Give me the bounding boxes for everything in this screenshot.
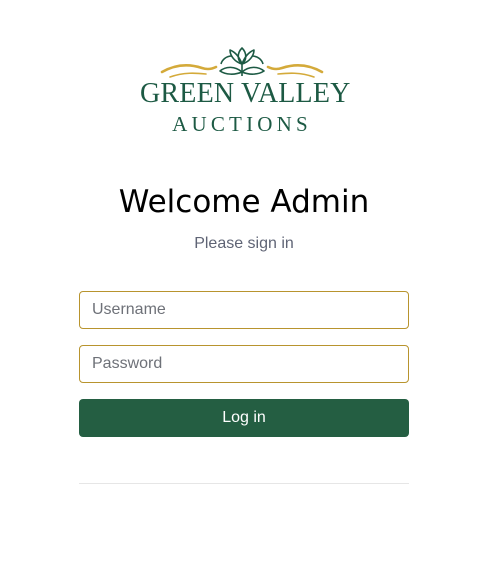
login-button[interactable]: Log in xyxy=(79,399,409,437)
brand-tagline: AUCTIONS xyxy=(172,112,312,136)
username-input[interactable] xyxy=(79,291,409,329)
divider xyxy=(79,483,409,484)
green-valley-auctions-logo: GREEN VALLEY AUCTIONS xyxy=(140,42,351,138)
brand-name: GREEN VALLEY xyxy=(140,78,351,109)
password-input[interactable] xyxy=(79,345,409,383)
login-page: GREEN VALLEY AUCTIONS Welcome Admin Plea… xyxy=(0,0,494,582)
page-title: Welcome Admin xyxy=(118,184,370,220)
page-subtitle: Please sign in xyxy=(194,235,294,252)
tulip-flourish-logo xyxy=(160,47,324,78)
